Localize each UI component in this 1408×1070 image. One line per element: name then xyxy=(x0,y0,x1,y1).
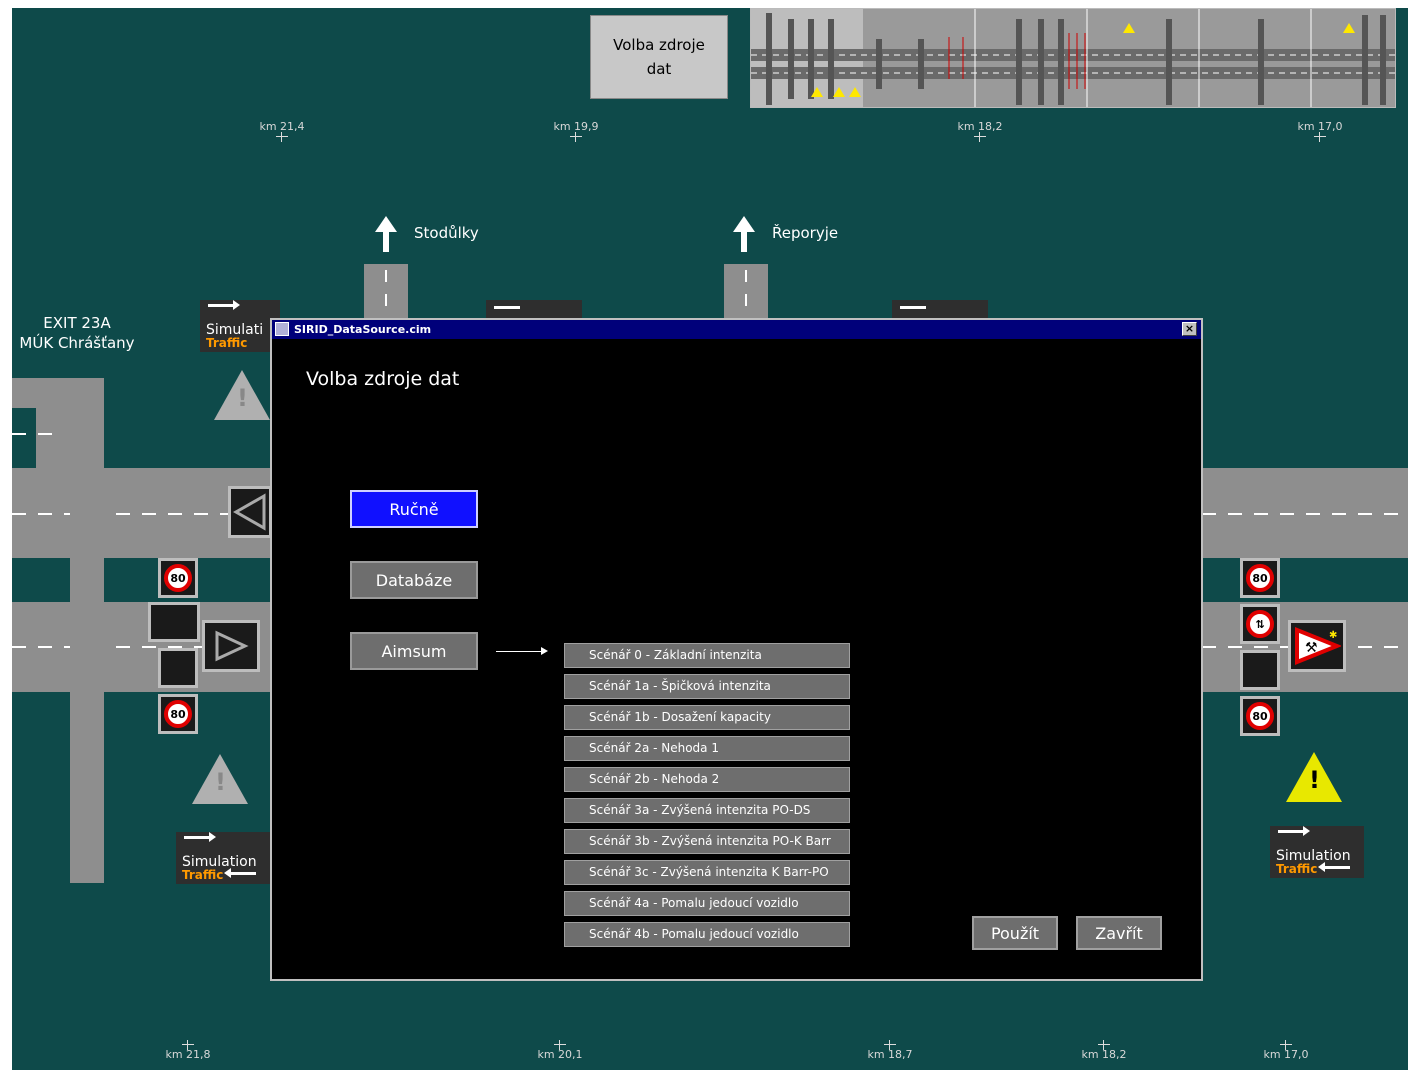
dialog-heading: Volba zdroje dat xyxy=(306,368,460,390)
traffic-label: Traffic xyxy=(1276,862,1318,876)
app-icon xyxy=(275,322,289,336)
arrow-right-icon xyxy=(184,832,216,842)
simulation-traffic-badge[interactable]: Simulation Traffic xyxy=(1270,826,1364,878)
exit-name: MÚK Chrášťany xyxy=(19,334,135,352)
scenario-item[interactable]: Scénář 2a - Nehoda 1 xyxy=(564,736,850,761)
speed-limit-icon: 80 xyxy=(164,700,192,728)
arrow-right-icon xyxy=(496,647,548,655)
direction-label-stodulky: Stodůlky xyxy=(414,224,479,242)
close-button[interactable]: Zavřít xyxy=(1076,916,1162,950)
lane-marking xyxy=(12,433,52,435)
warning-triangle-icon[interactable]: ! xyxy=(192,754,248,804)
vms-speed-sign[interactable]: 80 xyxy=(158,558,198,598)
lane-marking xyxy=(745,270,747,320)
vms-speed-sign[interactable]: 80 xyxy=(1240,558,1280,598)
speed-limit-icon: 80 xyxy=(1246,702,1274,730)
km-tick xyxy=(570,132,582,142)
data-source-button[interactable]: Volba zdroje dat xyxy=(590,15,728,99)
lane-marking xyxy=(385,270,387,320)
arrow-right-icon xyxy=(208,300,240,310)
dialog-titlebar[interactable]: SIRID_DataSource.cim × xyxy=(272,320,1201,339)
km-marker: km 18,2 xyxy=(1081,1048,1127,1061)
arrow-left-icon xyxy=(224,868,256,878)
speed-limit-icon: 80 xyxy=(1246,564,1274,592)
warning-triangle-active-icon[interactable]: ! xyxy=(1286,752,1342,802)
scenario-item[interactable]: Scénář 3a - Zvýšená intenzita PO-DS xyxy=(564,798,850,823)
arrow-right-icon xyxy=(494,306,520,309)
scenario-item[interactable]: Scénář 2b - Nehoda 2 xyxy=(564,767,850,792)
km-tick xyxy=(1314,132,1326,142)
scenario-item[interactable]: Scénář 3c - Zvýšená intenzita K Barr-PO xyxy=(564,860,850,885)
simulation-traffic-badge[interactable]: Simulation Traffic xyxy=(176,832,270,884)
database-button[interactable]: Databáze xyxy=(350,561,478,599)
data-source-button-label: Volba zdroje dat xyxy=(613,36,705,78)
apply-button[interactable]: Použít xyxy=(972,916,1058,950)
warning-triangle-icon[interactable]: ! xyxy=(214,370,270,420)
exit-number: EXIT 23A xyxy=(43,314,111,332)
dialog-title: SIRID_DataSource.cim xyxy=(294,323,432,336)
scenario-item[interactable]: Scénář 1a - Špičková intenzita xyxy=(564,674,850,699)
scenario-item[interactable]: Scénář 3b - Zvýšená intenzita PO-K Barr xyxy=(564,829,850,854)
scenario-item[interactable]: Scénář 4a - Pomalu jedoucí vozidlo xyxy=(564,891,850,916)
traffic-label: Traffic xyxy=(182,868,224,882)
traffic-map: Stodůlky Řeporyje EXIT 23A MÚK Chrášťany… xyxy=(12,8,1408,1070)
direction-label-reporyje: Řeporyje xyxy=(772,224,839,242)
traffic-label: Traffic xyxy=(206,336,248,350)
lane-marking xyxy=(1202,513,1408,515)
vms-direction-sign[interactable] xyxy=(228,486,272,538)
data-source-dialog: SIRID_DataSource.cim × Volba zdroje dat … xyxy=(270,318,1203,981)
aimsum-button[interactable]: Aimsum xyxy=(350,632,478,670)
arrow-right-icon xyxy=(1278,826,1310,836)
vms-blank-sign[interactable] xyxy=(158,648,198,688)
km-tick xyxy=(276,132,288,142)
play-arrow-icon xyxy=(215,630,249,662)
close-icon[interactable]: × xyxy=(1182,322,1197,336)
arrow-up-icon xyxy=(375,216,397,252)
speed-limit-icon: 80 xyxy=(164,564,192,592)
reverse-arrow-icon xyxy=(232,493,266,531)
km-tick xyxy=(974,132,986,142)
scenario-item[interactable]: Scénář 4b - Pomalu jedoucí vozidlo xyxy=(564,922,850,947)
vms-speed-sign[interactable]: 80 xyxy=(158,694,198,734)
km-marker: km 21,8 xyxy=(165,1048,211,1061)
roadwork-icon: ⚒✱ xyxy=(1295,627,1341,665)
no-overtaking-icon: ⇅ xyxy=(1246,610,1274,638)
vms-lane-sign[interactable] xyxy=(148,602,200,642)
exit-ramp-loop xyxy=(36,406,70,470)
arrow-up-icon xyxy=(733,216,755,252)
arrow-right-icon xyxy=(900,306,926,309)
simulation-traffic-badge[interactable] xyxy=(486,300,582,318)
km-marker: km 17,0 xyxy=(1263,1048,1309,1061)
svg-text:⚒: ⚒ xyxy=(1305,640,1318,656)
arrow-left-icon xyxy=(1318,862,1350,872)
vms-blank-sign[interactable] xyxy=(1240,650,1280,690)
minimap-graphic xyxy=(751,9,1395,107)
km-marker: km 20,1 xyxy=(537,1048,583,1061)
scenario-item[interactable]: Scénář 0 - Základní intenzita xyxy=(564,643,850,668)
manual-button[interactable]: Ručně xyxy=(350,490,478,528)
overview-minimap[interactable] xyxy=(750,8,1396,108)
km-marker: km 18,7 xyxy=(867,1048,913,1061)
exit-label: EXIT 23A MÚK Chrášťany xyxy=(12,313,142,353)
simulation-traffic-badge[interactable]: Simulati Traffic xyxy=(200,300,280,352)
scenario-item[interactable]: Scénář 1b - Dosažení kapacity xyxy=(564,705,850,730)
vms-speed-sign[interactable]: 80 xyxy=(1240,696,1280,736)
vms-direction-sign[interactable] xyxy=(202,620,260,672)
vms-no-overtaking-sign[interactable]: ⇅ xyxy=(1240,604,1280,644)
simulation-traffic-badge[interactable] xyxy=(892,300,988,318)
exit-ramp-vertical xyxy=(70,393,104,883)
svg-text:✱: ✱ xyxy=(1329,630,1337,641)
vms-roadwork-sign[interactable]: ⚒ ✱ xyxy=(1288,620,1346,672)
